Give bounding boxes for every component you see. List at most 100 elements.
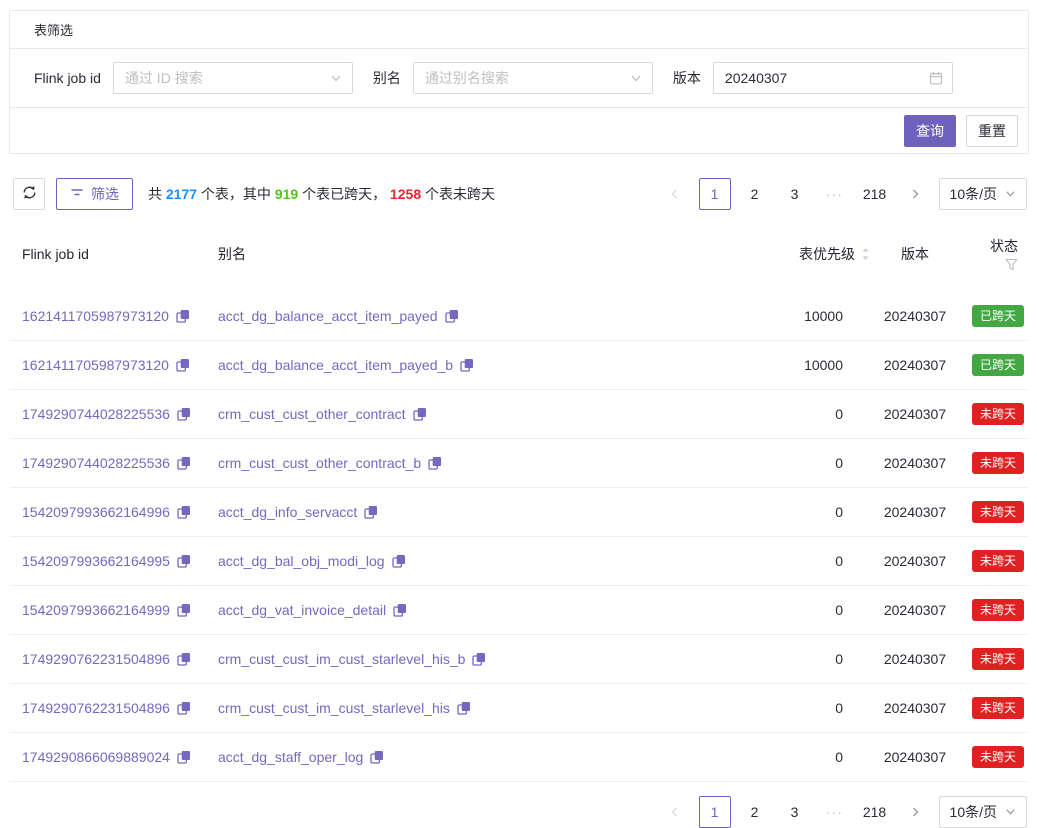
prev-page-button[interactable] (659, 178, 691, 210)
flink-job-id-link[interactable]: 1749290866069889024 (22, 749, 170, 765)
table-row: 1621411705987973120 acct_dg_balance_acct… (10, 341, 1028, 390)
copy-icon[interactable] (177, 456, 191, 470)
copy-icon[interactable] (392, 554, 406, 568)
alias-cell: crm_cust_cust_other_contract (206, 390, 650, 439)
page-button-2[interactable]: 2 (739, 178, 771, 210)
copy-icon[interactable] (177, 750, 191, 764)
copy-icon[interactable] (177, 407, 191, 421)
page-size-select[interactable]: 10条/页 (939, 796, 1027, 828)
page-button-1[interactable]: 1 (699, 178, 731, 210)
status-cell: 未跨天 (960, 635, 1028, 684)
flink-job-id-link[interactable]: 1542097993662164995 (22, 553, 170, 569)
alias-cell: acct_dg_balance_acct_item_payed (206, 292, 650, 341)
priority-cell: 10000 (650, 341, 870, 390)
total-count: 2177 (166, 186, 197, 202)
alias-link[interactable]: crm_cust_cust_im_cust_starlevel_his_b (218, 651, 465, 667)
status-badge: 未跨天 (972, 501, 1024, 523)
alias-link[interactable]: acct_dg_info_servacct (218, 504, 357, 520)
flink-job-id-link[interactable]: 1749290744028225536 (22, 406, 170, 422)
flink-job-id-link[interactable]: 1621411705987973120 (22, 357, 169, 373)
copy-icon[interactable] (364, 505, 378, 519)
copy-icon[interactable] (393, 603, 407, 617)
page-button-2[interactable]: 2 (739, 796, 771, 828)
table-header-row: Flink job id 别名 表优先级 版本 状态 (10, 230, 1028, 292)
funnel-filter-icon[interactable] (1005, 258, 1018, 271)
copy-icon[interactable] (370, 750, 384, 764)
copy-icon[interactable] (457, 701, 471, 715)
copy-icon[interactable] (177, 652, 191, 666)
reset-button[interactable]: 重置 (966, 115, 1018, 147)
alias-select[interactable]: 通过别名搜索 (413, 62, 653, 94)
version-cell: 20240307 (870, 488, 960, 537)
calendar-icon[interactable] (929, 71, 943, 85)
filter-row: Flink job id 通过 ID 搜索 别名 通过别名搜索 版本 (10, 49, 1028, 108)
page-button-3[interactable]: 3 (779, 796, 811, 828)
header-flink-job-id: Flink job id (10, 230, 206, 292)
filter-card-title: 表筛选 (10, 11, 1028, 49)
flink-job-id-link[interactable]: 1749290762231504896 (22, 651, 170, 667)
status-cell: 未跨天 (960, 733, 1028, 782)
alias-link[interactable]: crm_cust_cust_im_cust_starlevel_his (218, 700, 450, 716)
copy-icon[interactable] (177, 603, 191, 617)
page-button-last[interactable]: 218 (859, 796, 891, 828)
status-badge: 未跨天 (972, 550, 1024, 572)
refresh-button[interactable] (13, 178, 45, 210)
flink-job-id-cell: 1542097993662164995 (10, 537, 206, 586)
flink-job-id-link[interactable]: 1621411705987973120 (22, 308, 169, 324)
copy-icon[interactable] (413, 407, 427, 421)
version-cell: 20240307 (870, 684, 960, 733)
alias-link[interactable]: acct_dg_bal_obj_modi_log (218, 553, 385, 569)
pagination-bottom: 1 2 3 ··· 218 10条/页 (659, 796, 1027, 828)
page-size-label: 10条/页 (950, 184, 997, 204)
copy-icon[interactable] (177, 701, 191, 715)
version-cell: 20240307 (870, 439, 960, 488)
flink-job-id-select[interactable]: 通过 ID 搜索 (113, 62, 353, 94)
copy-icon[interactable] (176, 309, 190, 323)
alias-link[interactable]: acct_dg_balance_acct_item_payed_b (218, 357, 453, 373)
filter-button-label: 筛选 (91, 184, 119, 204)
header-priority-sortable[interactable]: 表优先级 (650, 230, 870, 292)
page-button-3[interactable]: 3 (779, 178, 811, 210)
table-row: 1749290762231504896 crm_cust_cust_im_cus… (10, 684, 1028, 733)
copy-icon[interactable] (177, 554, 191, 568)
header-status: 状态 (960, 230, 1028, 292)
filter-actions: 查询 重置 (10, 108, 1028, 153)
version-cell: 20240307 (870, 390, 960, 439)
toolbar: 筛选 共 2177 个表，其中 919 个表已跨天， 1258 个表未跨天 1 … (13, 178, 1027, 210)
flink-job-id-link[interactable]: 1542097993662164999 (22, 602, 170, 618)
page-size-label: 10条/页 (950, 802, 997, 822)
page-ellipsis[interactable]: ··· (819, 178, 851, 210)
alias-link[interactable]: acct_dg_vat_invoice_detail (218, 602, 386, 618)
alias-link[interactable]: acct_dg_staff_oper_log (218, 749, 363, 765)
page-ellipsis[interactable]: ··· (819, 796, 851, 828)
status-cell: 未跨天 (960, 488, 1028, 537)
alias-link[interactable]: acct_dg_balance_acct_item_payed (218, 308, 438, 324)
page-size-select[interactable]: 10条/页 (939, 178, 1027, 210)
priority-cell: 0 (650, 733, 870, 782)
flink-job-id-link[interactable]: 1542097993662164996 (22, 504, 170, 520)
next-page-button[interactable] (899, 178, 931, 210)
version-cell: 20240307 (870, 733, 960, 782)
version-datepicker (713, 62, 953, 94)
table-row: 1749290744028225536 crm_cust_cust_other_… (10, 390, 1028, 439)
copy-icon[interactable] (445, 309, 459, 323)
copy-icon[interactable] (177, 505, 191, 519)
alias-placeholder: 通过别名搜索 (425, 68, 509, 88)
page-button-last[interactable]: 218 (859, 178, 891, 210)
alias-cell: crm_cust_cust_im_cust_starlevel_his_b (206, 635, 650, 684)
filter-button[interactable]: 筛选 (56, 178, 133, 210)
alias-link[interactable]: crm_cust_cust_other_contract_b (218, 455, 421, 471)
next-page-button[interactable] (899, 796, 931, 828)
sorter-icon[interactable] (861, 247, 870, 261)
copy-icon[interactable] (460, 358, 474, 372)
version-input[interactable] (713, 62, 953, 94)
alias-link[interactable]: crm_cust_cust_other_contract (218, 406, 406, 422)
page-button-1[interactable]: 1 (699, 796, 731, 828)
copy-icon[interactable] (472, 652, 486, 666)
prev-page-button[interactable] (659, 796, 691, 828)
query-button[interactable]: 查询 (904, 115, 956, 147)
copy-icon[interactable] (176, 358, 190, 372)
copy-icon[interactable] (428, 456, 442, 470)
flink-job-id-link[interactable]: 1749290744028225536 (22, 455, 170, 471)
flink-job-id-link[interactable]: 1749290762231504896 (22, 700, 170, 716)
